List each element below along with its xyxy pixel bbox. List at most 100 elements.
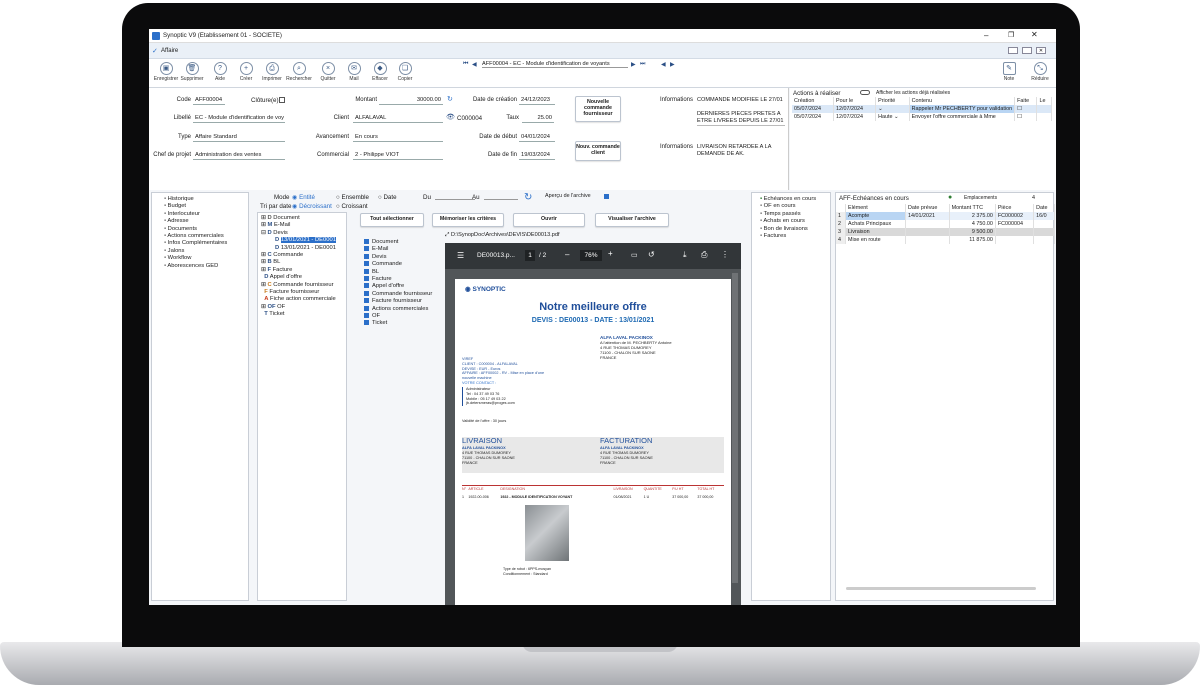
doc-type-item[interactable]: Devis [364,253,432,261]
tree-item[interactable]: ▪ Infos Complémentaires [164,240,248,247]
tree-node[interactable]: ⊞ C Commande [261,252,346,259]
pdf-scrollbar[interactable] [732,273,738,583]
h-scrollbar[interactable] [846,587,1036,590]
table-row[interactable]: 05/07/2024 12/07/2024 Haute ⌄ Envoyer l'… [792,113,1052,121]
prev-record-icon[interactable]: ◀ [472,61,477,68]
done-checkbox[interactable]: ☐ [1014,113,1038,121]
taux-field[interactable]: 25.00 [522,114,554,123]
client-field[interactable]: ALFALAVAL [353,114,443,123]
avancement-field[interactable]: En cours [353,133,443,142]
tree-item[interactable]: ▪ OF en cours [760,203,830,210]
doc-type-item[interactable]: Appel d'offre [364,283,432,290]
tree-leaf[interactable]: D 13/01/2021 - DE0001 [261,245,346,252]
tree-node[interactable]: ⊞ D Document [261,215,346,222]
rotate-icon[interactable]: ↺ [648,250,655,259]
croissant-radio[interactable]: ○ Croissant [336,203,368,210]
table-row[interactable]: 4 Mise en route 11 875.00 [836,236,1055,244]
delete-button[interactable]: 🗑 Supprimer [177,62,207,82]
doc-type-item[interactable]: Commande fournisseur [364,290,432,298]
tree-node[interactable]: F Facture fournisseur [261,289,346,296]
table-row[interactable]: 05/07/2024 12/07/2024 ⌄ Rappeler Mr PECH… [792,105,1052,113]
doc-type-item[interactable]: Document [364,239,432,246]
tree-item[interactable]: ▪ Factures [760,233,830,240]
close-icon[interactable]: ✕ [1031,30,1038,39]
new-client-order-button[interactable]: Nouv. commande client [575,141,621,161]
open-button[interactable]: Ouvrir [513,213,585,227]
forward-icon[interactable]: ▶ [670,61,675,68]
tab-affaire[interactable]: Affaire [161,48,178,54]
tree-item[interactable]: ▪ Achats en cours [760,218,830,225]
du-field[interactable] [435,199,475,200]
download-icon[interactable]: ⤓ [683,250,687,260]
done-checkbox[interactable]: ☐ [1014,105,1038,113]
doc-type-item[interactable]: Facture fournisseur [364,298,432,305]
doc-type-item[interactable]: E-Mail [364,246,432,253]
note-button[interactable]: ✎ Note [994,62,1024,82]
table-row[interactable]: 2 Achats Principaux 4 750.00 FC000004 [836,220,1055,228]
tree-node[interactable]: ⊞ OF OF [261,304,346,311]
print-icon[interactable]: ⎙ [701,250,707,260]
next-record-icon[interactable]: ▶ [631,61,636,68]
zoom-in-icon[interactable]: + [608,249,613,258]
refresh-archive-icon[interactable]: ↻ [524,192,532,203]
search-button[interactable]: ⌕ Rechercher [284,62,314,82]
last-record-icon[interactable]: ⏭ [640,61,645,68]
doc-type-item[interactable]: Actions commerciales [364,305,432,313]
tree-item[interactable]: ▪ Documents [164,226,248,233]
save-criteria-button[interactable]: Mémoriser les critères [432,213,504,227]
maximize-icon[interactable]: ❐ [1008,31,1014,39]
tree-node[interactable]: A Fiche action commerciale [261,296,346,303]
refresh-icon[interactable]: ↻ [447,95,453,103]
max-child-icon[interactable] [1022,47,1032,54]
table-row[interactable]: 3 Livraison 9 500.00 [836,228,1055,236]
tree-item[interactable]: ▪ Aborescences GED [164,263,248,270]
zoom-level[interactable]: 76% [580,250,602,261]
type-field[interactable]: Affaire Standard [193,133,285,142]
tree-item[interactable]: ▪ Bon de livraisons [760,226,830,233]
first-record-icon[interactable]: ⏮ [463,61,468,68]
doc-type-item[interactable]: OF [364,312,432,320]
cloture-checkbox[interactable] [279,97,285,103]
reduce-button[interactable]: ⤡ Réduire [1025,62,1055,82]
mode-ensemble-radio[interactable]: ○ Ensemble [336,194,369,201]
zoom-out-icon[interactable]: – [565,250,569,259]
tree-item[interactable]: ▪ Echéances en cours [760,196,830,203]
code-field[interactable]: AFF00004 [193,96,225,105]
page-input[interactable]: 1 [525,250,535,261]
tree-node[interactable]: ⊞ F Facture [261,267,346,274]
chef-field[interactable]: Administration des ventes [193,151,285,160]
print-button[interactable]: ⎙ Imprimer [257,62,287,82]
minimize-icon[interactable]: – [984,31,988,40]
libelle-field[interactable]: EC - Module d'identification de voy [193,114,285,123]
table-row[interactable]: 1 Acompte 14/01/2021 2 375.00 FC000002 1… [836,212,1055,220]
tree-item[interactable]: ▪ Budget [164,203,248,210]
tree-node[interactable]: ⊟ D Devis [261,230,346,237]
fit-page-icon[interactable]: ▭ [631,251,638,259]
tree-item[interactable]: ▪ Adresse [164,218,248,225]
tree-item[interactable]: ▪ Jalons [164,248,248,255]
restore-child-icon[interactable] [1008,47,1018,54]
doc-type-item[interactable]: Facture [364,275,432,283]
date-fin-field[interactable]: 19/03/2024 [519,151,555,160]
mode-entite-radio[interactable]: ◉ Entité [292,194,315,201]
close-child-icon[interactable]: ✕ [1036,47,1046,54]
montant-field[interactable]: 30000.00 [379,96,443,105]
more-icon[interactable]: ⋮ [721,250,729,259]
tree-node[interactable]: T Ticket [261,311,346,318]
decroissant-radio[interactable]: ◉ Décroissant [292,203,332,210]
tree-item[interactable]: ▪ Temps passés [760,211,830,218]
apercu-checkbox[interactable] [604,194,609,199]
view-archive-button[interactable]: Visualiser l'archive [595,213,669,227]
tree-item[interactable]: ▪ Actions commerciales [164,233,248,240]
doc-type-item[interactable]: BL [364,268,432,276]
menu-icon[interactable]: ☰ [457,251,464,260]
tree-node[interactable]: ⊞ C Commande fournisseur [261,282,346,289]
date-debut-field[interactable]: 04/01/2024 [519,133,555,142]
au-field[interactable] [484,199,518,200]
select-all-button[interactable]: Tout sélectionner [360,213,424,227]
tree-leaf[interactable]: D 13/01/2021 - DE0001 [261,237,346,244]
view-client-icon[interactable]: 👁 [446,113,455,121]
doc-type-item[interactable]: Ticket [364,320,432,327]
tree-node[interactable]: ⊞ M E-Mail [261,222,346,229]
tree-node[interactable]: D Appel d'offre [261,274,346,281]
